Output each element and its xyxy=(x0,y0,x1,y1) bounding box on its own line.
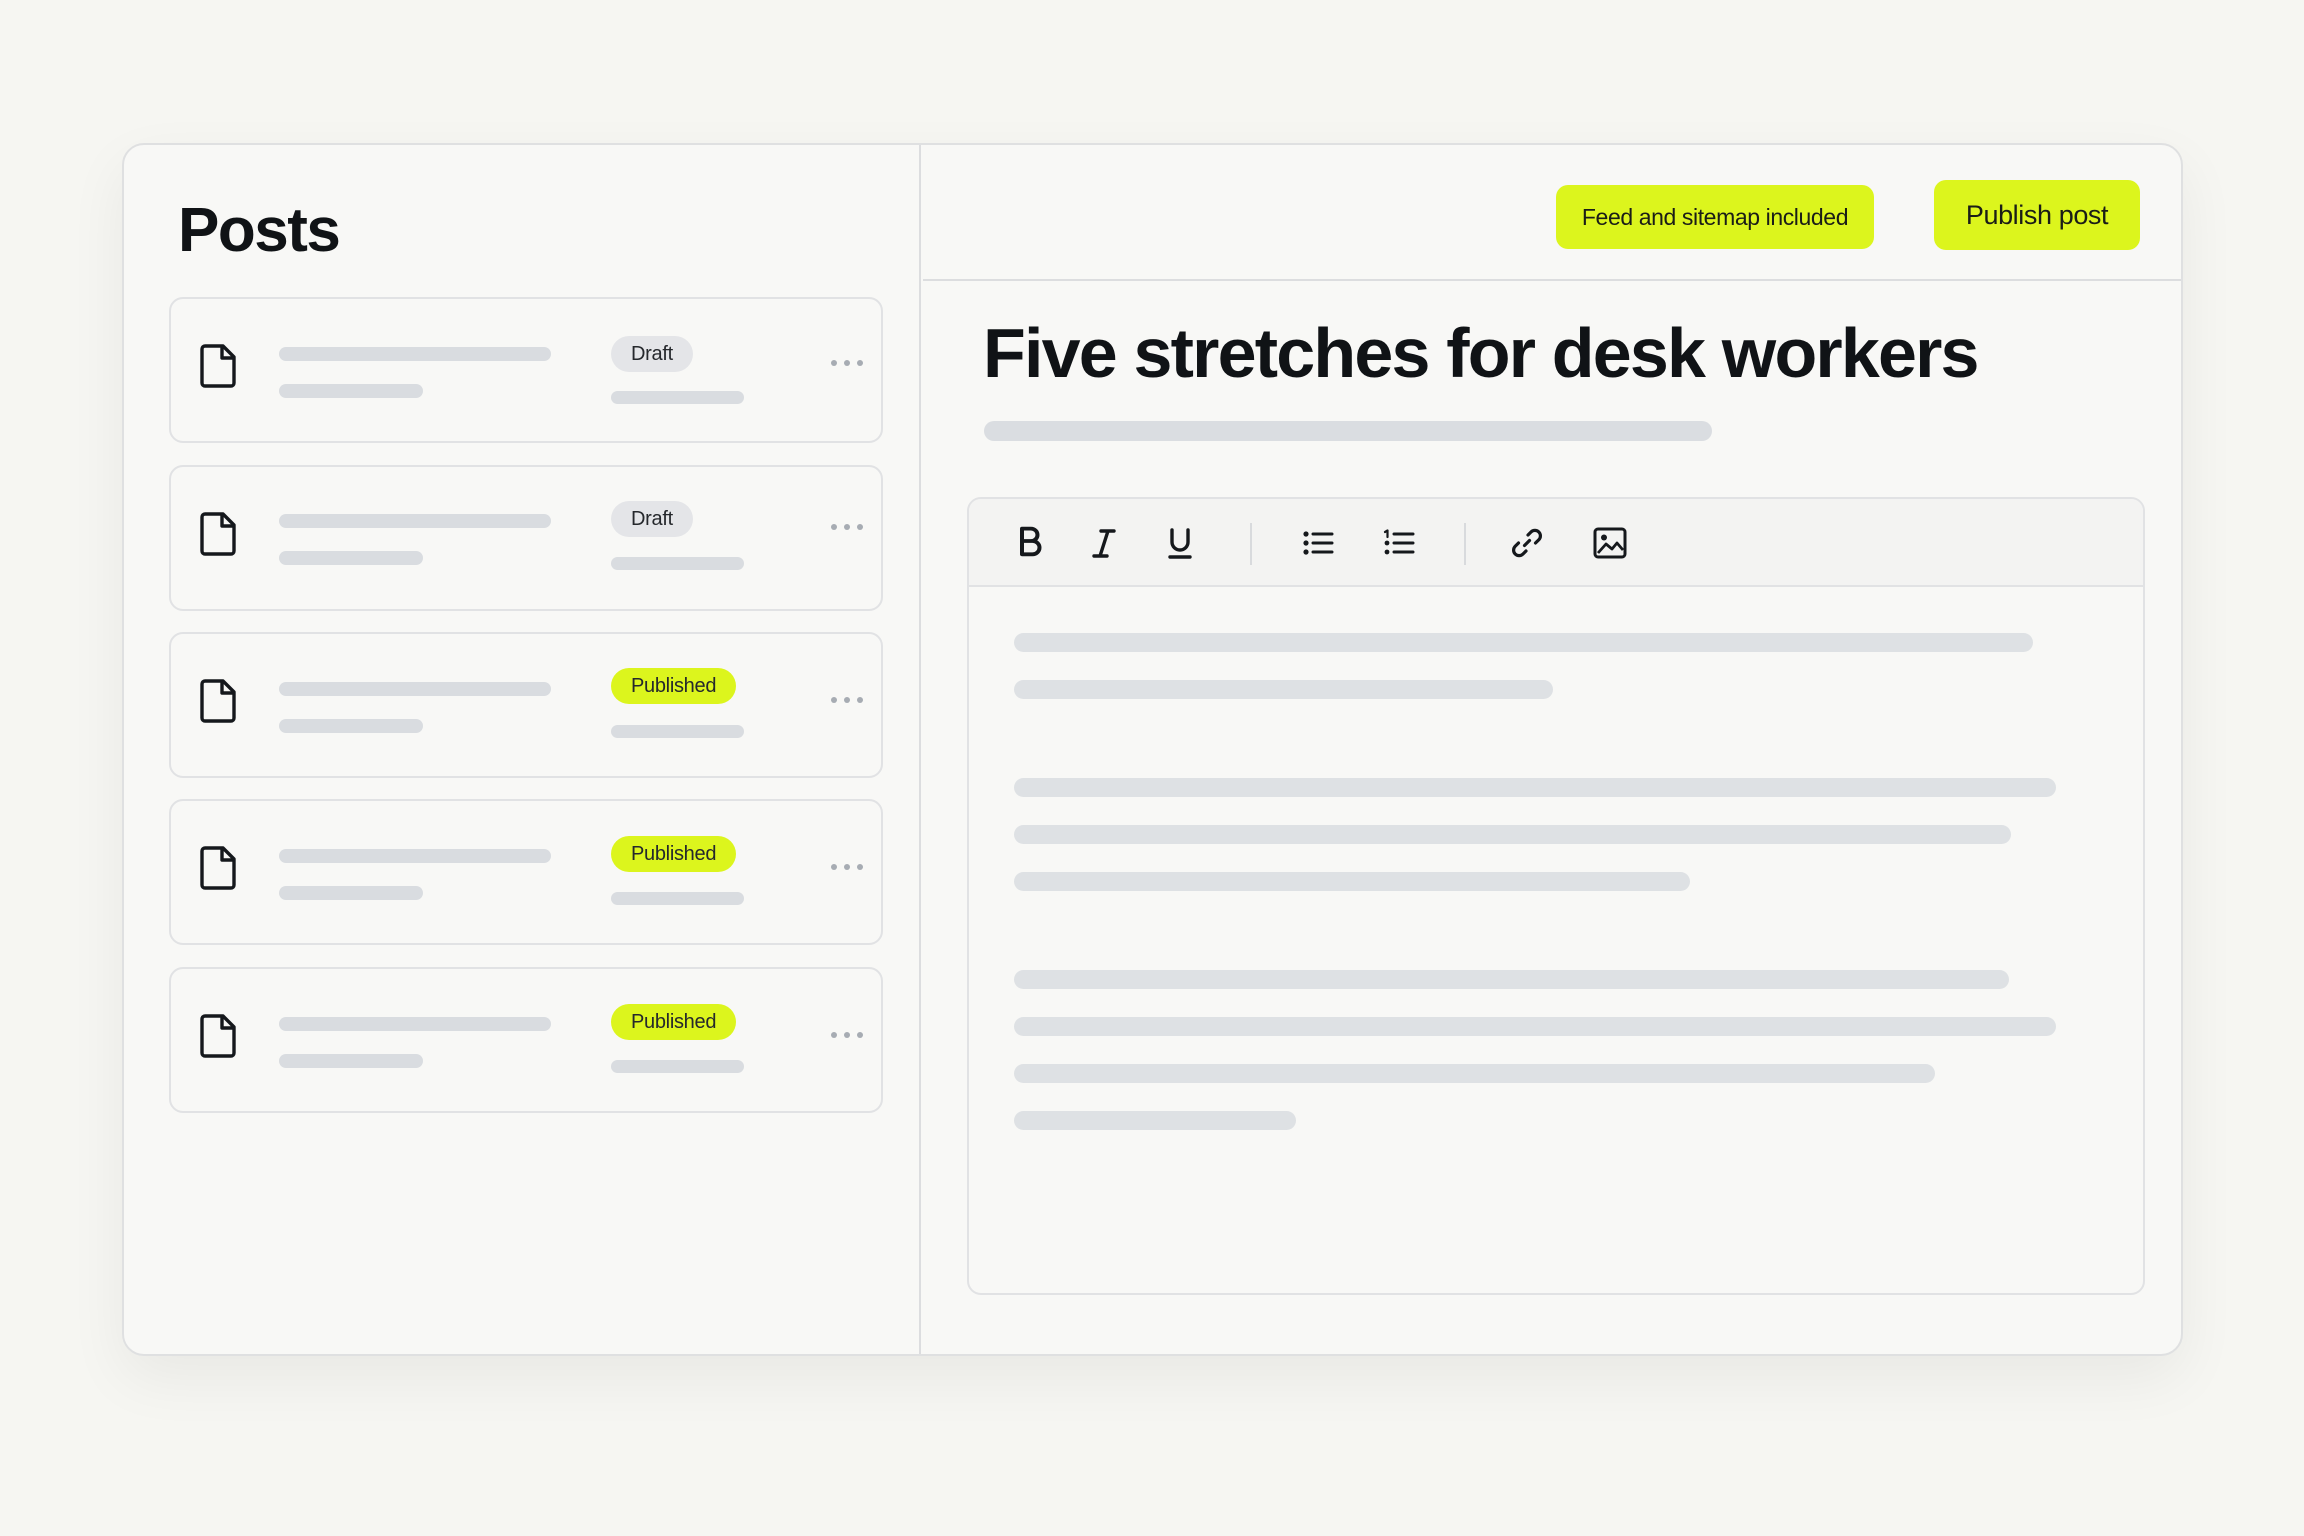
formatting-toolbar xyxy=(969,499,2143,587)
content-line-placeholder xyxy=(1014,633,2033,652)
more-options-icon[interactable] xyxy=(831,1026,863,1044)
post-card[interactable]: Draft xyxy=(169,297,883,443)
content-line-placeholder xyxy=(1014,970,2009,989)
app-window: Posts Draft Draft Published Published Pu… xyxy=(122,143,2183,1356)
post-card[interactable]: Published xyxy=(169,632,883,778)
document-icon xyxy=(200,1014,236,1058)
post-card[interactable]: Published xyxy=(169,967,883,1113)
content-line-placeholder xyxy=(1014,1017,2056,1036)
status-badge: Published xyxy=(611,1004,737,1040)
toolbar-divider xyxy=(1250,523,1252,565)
document-icon xyxy=(200,679,236,723)
post-meta-placeholder xyxy=(279,719,423,733)
content-line-placeholder xyxy=(1014,1111,1296,1130)
post-title-placeholder xyxy=(279,514,551,528)
document-icon xyxy=(200,344,236,388)
post-date-placeholder xyxy=(611,1060,744,1073)
more-options-icon[interactable] xyxy=(831,858,863,876)
post-meta-placeholder xyxy=(279,384,423,398)
bold-icon[interactable] xyxy=(1011,525,1047,561)
post-date-placeholder xyxy=(611,725,744,738)
content-line-placeholder xyxy=(1014,1064,1935,1083)
post-meta-placeholder xyxy=(279,551,423,565)
post-card[interactable]: Published xyxy=(169,799,883,945)
post-title-placeholder xyxy=(279,347,551,361)
numbered-list-icon[interactable] xyxy=(1381,525,1417,561)
post-date-placeholder xyxy=(611,391,744,404)
post-title-placeholder xyxy=(279,1017,551,1031)
more-options-icon[interactable] xyxy=(831,518,863,536)
more-options-icon[interactable] xyxy=(831,354,863,372)
post-title-placeholder xyxy=(279,682,551,696)
editor-topbar: Feed and sitemap included Publish post xyxy=(923,145,2181,281)
bullet-list-icon[interactable] xyxy=(1300,525,1336,561)
content-line-placeholder xyxy=(1014,872,1690,891)
post-title-placeholder xyxy=(279,849,551,863)
post-card[interactable]: Draft xyxy=(169,465,883,611)
document-icon xyxy=(200,846,236,890)
content-line-placeholder xyxy=(1014,825,2011,844)
rich-text-editor[interactable] xyxy=(967,497,2145,1295)
status-badge: Published xyxy=(611,836,737,872)
document-icon xyxy=(200,512,236,556)
post-date-placeholder xyxy=(611,892,744,905)
posts-sidebar: Posts Draft Draft Published Published Pu… xyxy=(124,145,921,1354)
status-badge: Draft xyxy=(611,501,693,537)
image-icon[interactable] xyxy=(1592,525,1628,561)
post-meta-placeholder xyxy=(279,886,423,900)
more-options-icon[interactable] xyxy=(831,691,863,709)
post-date-placeholder xyxy=(611,557,744,570)
toolbar-divider xyxy=(1464,523,1466,565)
link-icon[interactable] xyxy=(1509,525,1545,561)
status-badge: Published xyxy=(611,668,737,704)
italic-icon[interactable] xyxy=(1086,525,1122,561)
feed-sitemap-badge: Feed and sitemap included xyxy=(1556,185,1874,249)
publish-post-button[interactable]: Publish post xyxy=(1934,180,2140,250)
post-meta-placeholder xyxy=(279,1054,423,1068)
underline-icon[interactable] xyxy=(1162,525,1198,561)
status-badge: Draft xyxy=(611,336,693,372)
sidebar-title: Posts xyxy=(178,196,341,265)
post-title[interactable]: Five stretches for desk workers xyxy=(983,313,1979,393)
post-subtitle-placeholder xyxy=(984,421,1712,441)
content-line-placeholder xyxy=(1014,680,1553,699)
post-editor: Feed and sitemap included Publish post F… xyxy=(923,145,2181,1354)
content-line-placeholder xyxy=(1014,778,2056,797)
